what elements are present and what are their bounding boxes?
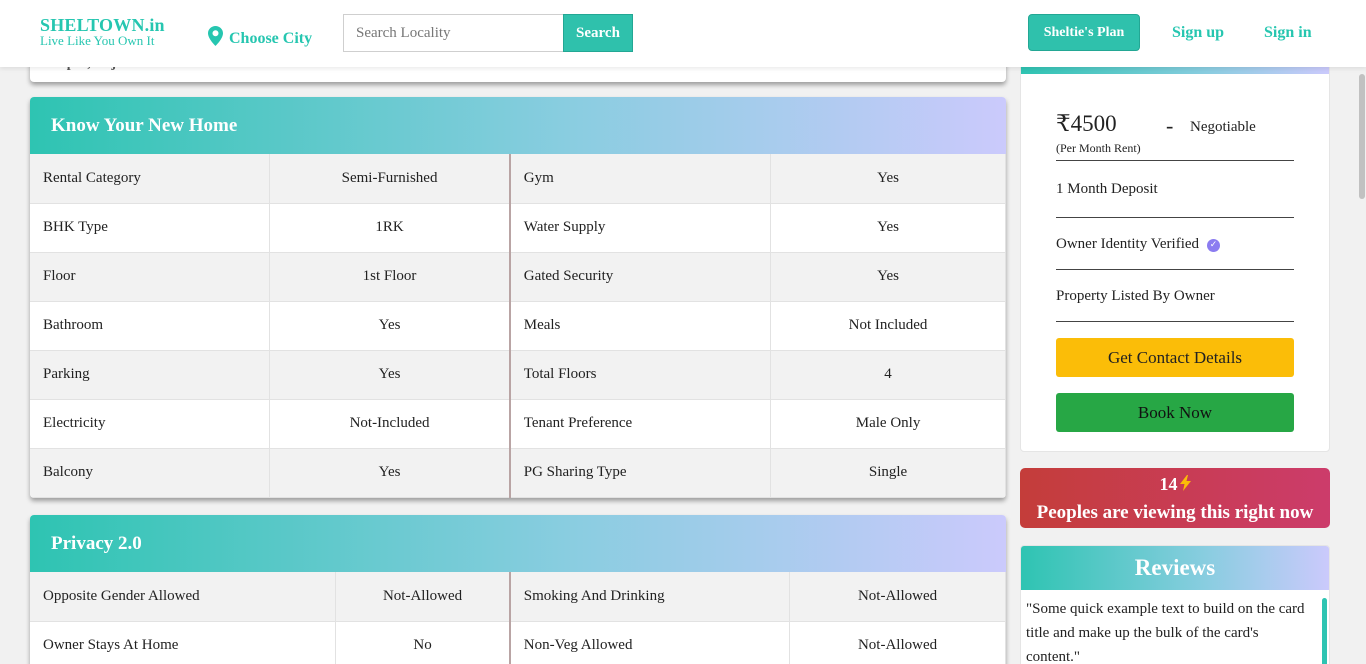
reviews-scrollbar[interactable] xyxy=(1322,598,1327,664)
table-row: Balcony Yes PG Sharing Type Single xyxy=(30,448,1006,498)
row-label: Gated Security xyxy=(509,252,772,302)
table-row: Rental Category Semi-Furnished Gym Yes xyxy=(30,154,1006,204)
row-value: No xyxy=(335,621,511,664)
row-label: Meals xyxy=(509,301,772,351)
row-label: Total Floors xyxy=(509,350,772,400)
divider xyxy=(1056,217,1294,218)
row-value: Not-Allowed xyxy=(789,572,1006,622)
negotiable-label: Negotiable xyxy=(1190,119,1256,135)
row-label: Bathroom xyxy=(30,301,271,351)
viewers-text: Peoples are viewing this right now xyxy=(1036,502,1314,523)
row-value: Yes xyxy=(269,301,511,351)
reviews-title: Reviews xyxy=(1021,546,1329,590)
search-locality-input[interactable]: Search Locality xyxy=(343,14,564,52)
row-label: Gym xyxy=(509,154,772,204)
row-value: Yes xyxy=(269,448,511,498)
brand-tagline: Live Like You Own It xyxy=(40,33,155,48)
row-label: Balcony xyxy=(30,448,271,498)
get-contact-details-button[interactable]: Get Contact Details xyxy=(1056,338,1294,377)
brand-logo[interactable]: SHELTOWN.in Live Like You Own It xyxy=(40,15,165,48)
table-row: Owner Stays At Home No Non-Veg Allowed Not-… xyxy=(30,621,1006,664)
review-text: "Some quick example text to build on the… xyxy=(1026,601,1305,664)
know-your-home-card: Know Your New Home Rental Category Semi-F… xyxy=(30,97,1006,498)
row-label: Non-Veg Allowed xyxy=(509,621,791,664)
divider xyxy=(1056,160,1294,161)
row-label: Smoking And Drinking xyxy=(509,572,791,622)
row-value: Not-Allowed xyxy=(335,572,511,622)
row-value: Male Only xyxy=(770,399,1006,449)
table-row: Opposite Gender Allowed Not-Allowed Smokin… xyxy=(30,572,1006,622)
row-label: Electricity xyxy=(30,399,271,449)
row-label: Tenant Preference xyxy=(509,399,772,449)
row-value: 1st Floor xyxy=(269,252,511,302)
row-label: Rental Category xyxy=(30,154,271,204)
page-scrollbar-thumb[interactable] xyxy=(1359,74,1365,199)
brand-name: SHELTOWN.in xyxy=(40,15,165,35)
table-row: BHK Type 1RK Water Supply Yes xyxy=(30,203,1006,253)
row-value: Not Included xyxy=(770,301,1006,351)
privacy-table: Opposite Gender Allowed Not-Allowed Smokin… xyxy=(30,572,1006,664)
sign-in-link[interactable]: Sign in xyxy=(1264,24,1312,42)
row-value: Yes xyxy=(770,252,1006,302)
viewers-count-row: 14 xyxy=(1020,474,1330,495)
table-row: Bathroom Yes Meals Not Included xyxy=(30,301,1006,351)
row-value: Single xyxy=(770,448,1006,498)
row-label: Water Supply xyxy=(509,203,772,253)
live-viewers-banner: 14 Peoples are viewing this right now xyxy=(1020,468,1330,528)
row-label: Owner Stays At Home xyxy=(30,621,337,664)
row-label: BHK Type xyxy=(30,203,271,253)
owner-verified-label: Owner Identity Verified xyxy=(1056,236,1200,252)
table-row: Parking Yes Total Floors 4 xyxy=(30,350,1006,400)
choose-city-label: Choose City xyxy=(229,30,313,47)
map-pin-icon xyxy=(208,26,223,46)
row-value: Yes xyxy=(770,203,1006,253)
row-label: PG Sharing Type xyxy=(509,448,772,498)
privacy-card: Privacy 2.0 Opposite Gender Allowed Not-A… xyxy=(30,515,1006,664)
row-value: Not-Allowed xyxy=(789,621,1006,664)
choose-city-button[interactable]: Choose City xyxy=(208,26,313,48)
row-value: Not-Included xyxy=(269,399,511,449)
viewers-count: 14 xyxy=(1159,474,1178,494)
listed-by-info: Property Listed By Owner xyxy=(1056,288,1215,304)
sign-up-link[interactable]: Sign up xyxy=(1172,24,1224,42)
privacy-title: Privacy 2.0 xyxy=(30,515,1006,572)
owner-verified-info: Owner Identity Verified ✓ xyxy=(1056,236,1221,253)
row-value: 1RK xyxy=(269,203,511,253)
know-your-home-table: Rental Category Semi-Furnished Gym Yes BHK T… xyxy=(30,154,1006,498)
row-label: Opposite Gender Allowed xyxy=(30,572,337,622)
divider xyxy=(1056,269,1294,270)
rent-price: ₹4500 xyxy=(1056,111,1117,136)
know-your-home-title: Know Your New Home xyxy=(30,97,1006,154)
book-now-button[interactable]: Book Now xyxy=(1056,393,1294,432)
row-label: Floor xyxy=(30,252,271,302)
table-row: Floor 1st Floor Gated Security Yes xyxy=(30,252,1006,302)
row-value: Semi-Furnished xyxy=(269,154,511,204)
row-value: 4 xyxy=(770,350,1006,400)
table-row: Electricity Not-Included Tenant Preference… xyxy=(30,399,1006,449)
row-label: Parking xyxy=(30,350,271,400)
sheltie-plan-button[interactable]: Sheltie's Plan xyxy=(1028,14,1140,51)
row-value: Yes xyxy=(269,350,511,400)
per-month-label: (Per Month Rent) xyxy=(1056,141,1141,155)
navbar: SHELTOWN.in Live Like You Own It Choose … xyxy=(0,0,1366,67)
row-value: Yes xyxy=(770,154,1006,204)
price-separator: - xyxy=(1166,113,1174,138)
verified-check-icon: ✓ xyxy=(1207,239,1221,252)
lightning-icon xyxy=(1179,475,1191,491)
divider xyxy=(1056,321,1294,322)
search-button[interactable]: Search xyxy=(563,14,633,52)
price-card: ₹4500 - Negotiable (Per Month Rent) 1 Mo… xyxy=(1020,60,1330,452)
deposit-info: 1 Month Deposit xyxy=(1056,181,1158,197)
reviews-card: Reviews "Some quick example text to buil… xyxy=(1020,545,1330,664)
